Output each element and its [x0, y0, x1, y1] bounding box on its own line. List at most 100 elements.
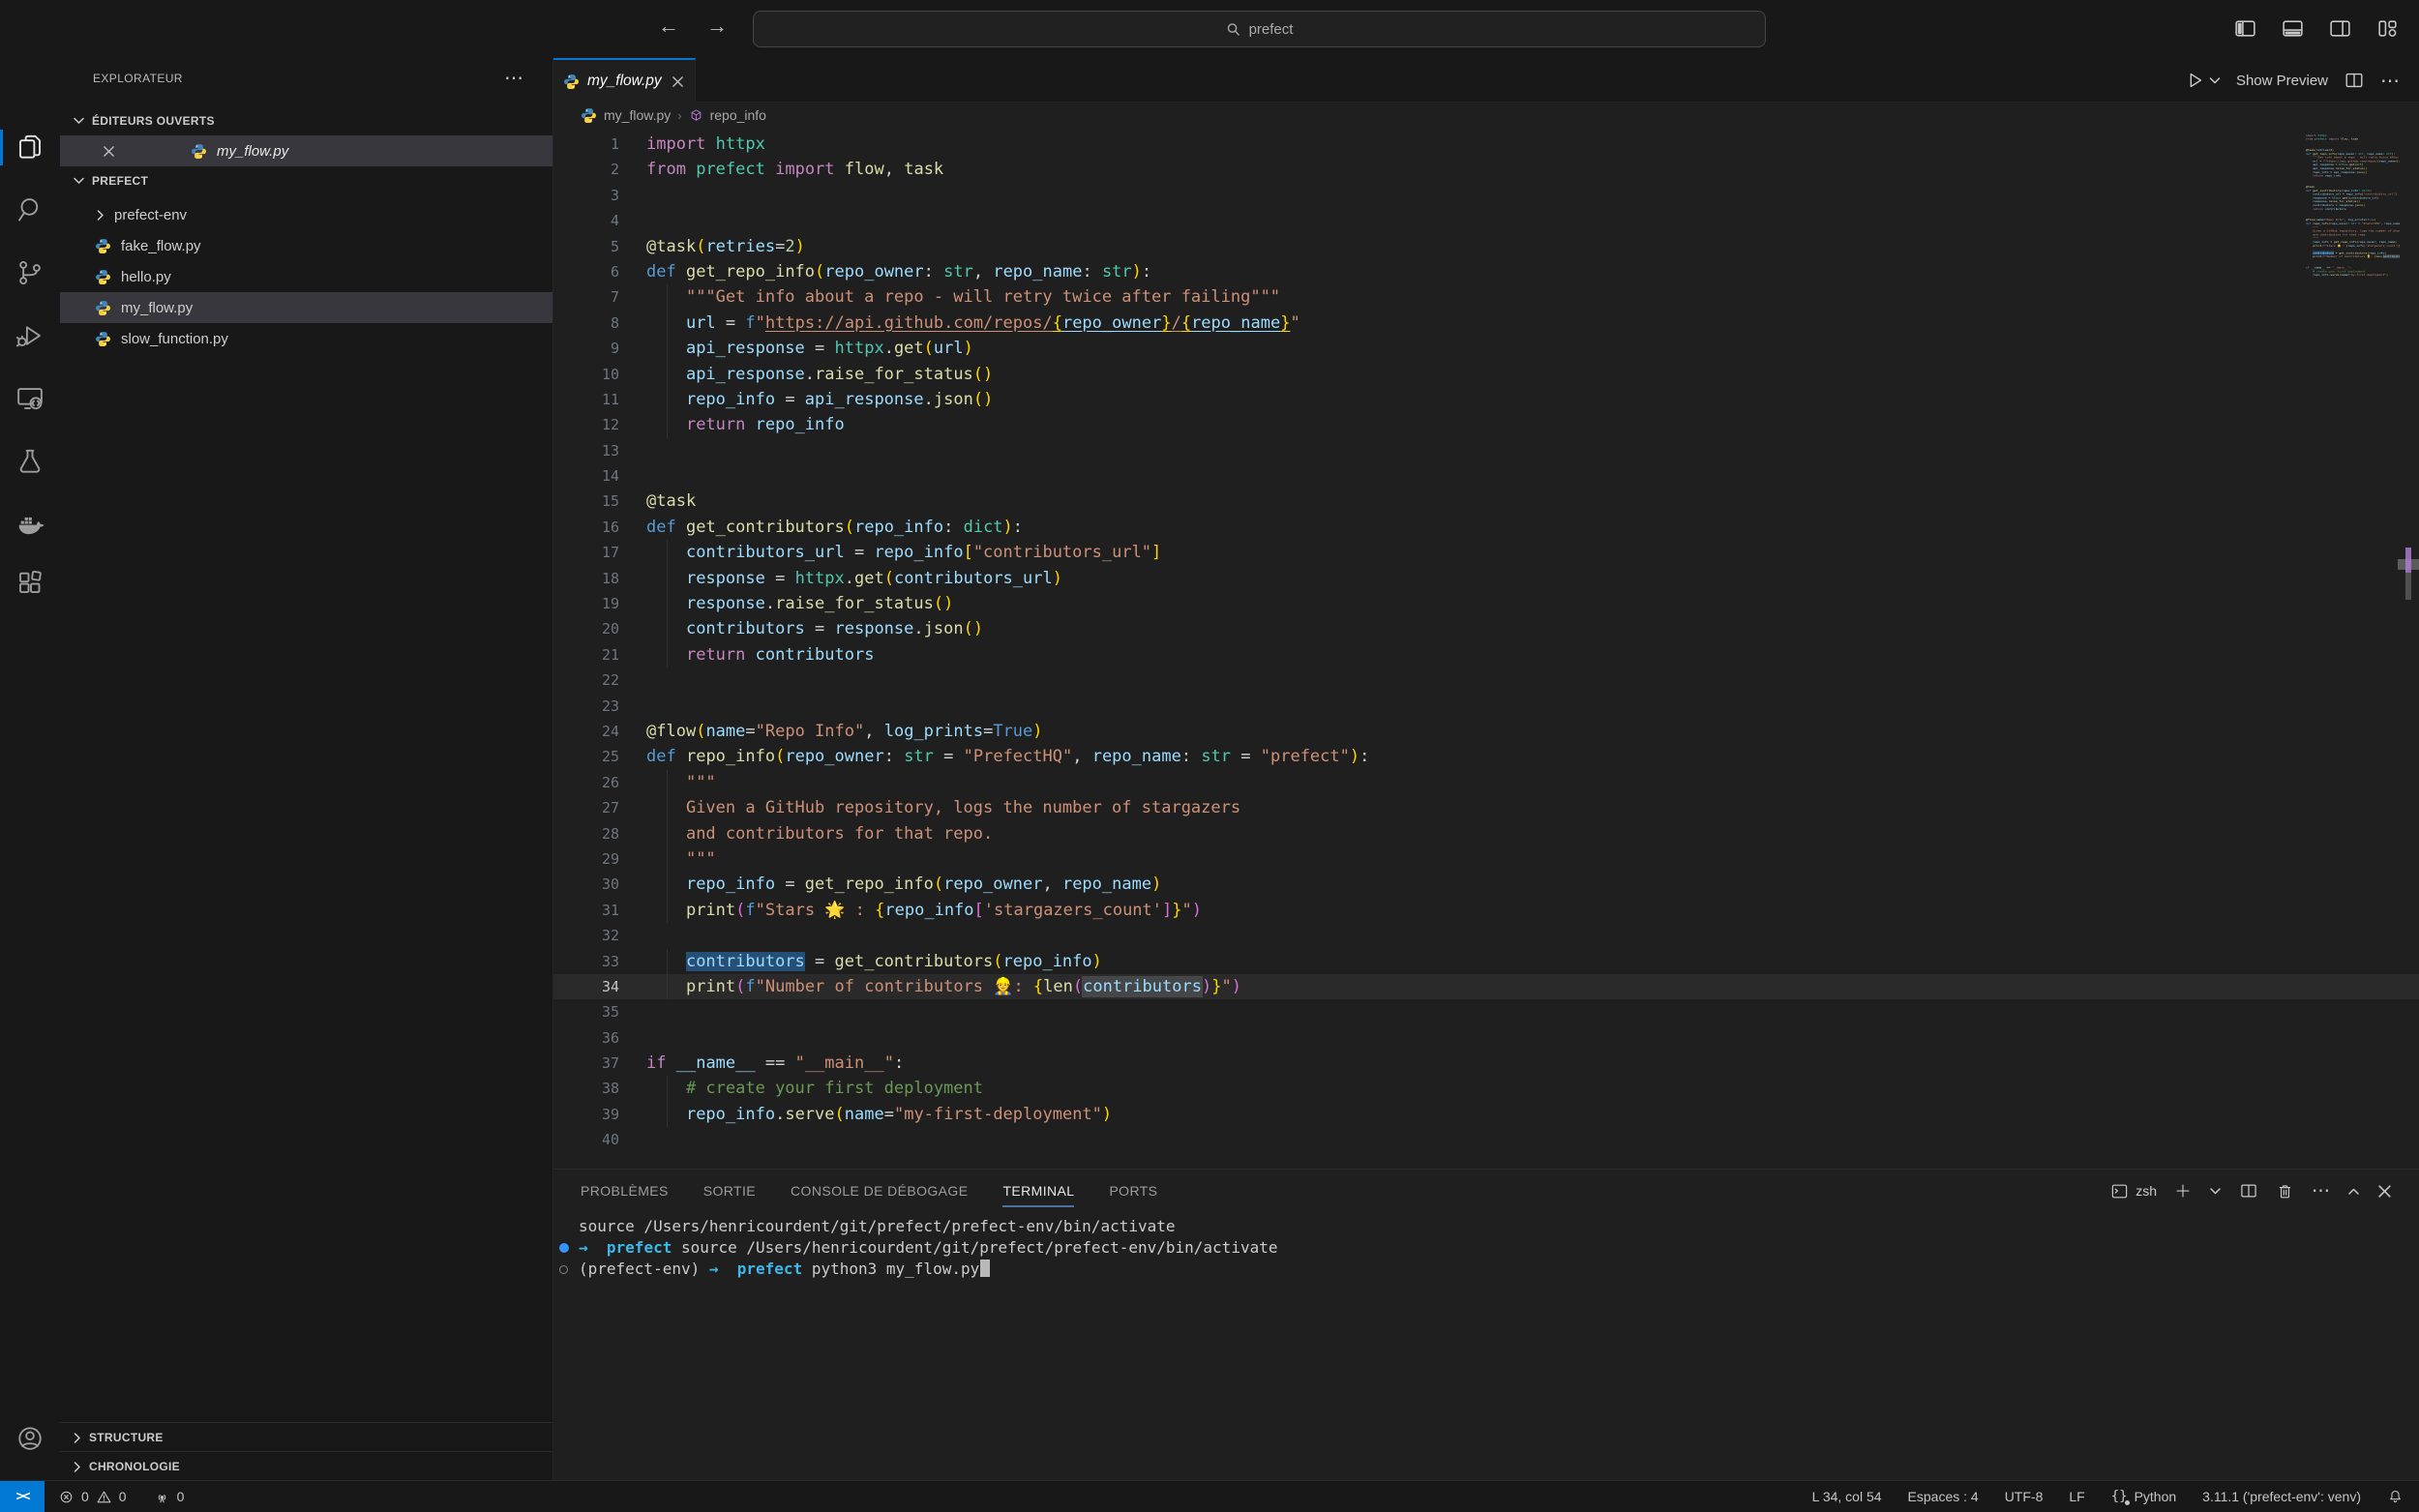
- code-line-14: 14: [553, 463, 2419, 489]
- chevron-right-icon: [97, 210, 105, 221]
- line-number: 16: [553, 515, 619, 540]
- remote-indicator[interactable]: ><: [0, 1481, 45, 1512]
- layout-sidebar-icon[interactable]: [2233, 16, 2257, 41]
- file-item-my_flow.py[interactable]: my_flow.py: [60, 292, 552, 323]
- line-number: 35: [553, 999, 619, 1024]
- line-content: print(f"Number of contributors 👷: {len(c…: [646, 974, 1241, 999]
- line-content: repo_info.serve(name="my-first-deploymen…: [646, 1102, 1112, 1127]
- extensions-icon[interactable]: [0, 559, 60, 606]
- line-content: repo_info = get_repo_info(repo_owner, re…: [646, 872, 1161, 897]
- run-python-file-button[interactable]: [2184, 70, 2221, 91]
- command-decoration-open-icon: [559, 1259, 579, 1280]
- testing-icon[interactable]: [0, 438, 60, 485]
- minimap[interactable]: import httpxfrom prefect import flow, ta…: [2306, 133, 2400, 303]
- forward-arrow-icon[interactable]: →: [706, 14, 728, 39]
- breadcrumb-file[interactable]: my_flow.py: [604, 107, 671, 123]
- notifications-bell-icon[interactable]: [2387, 1489, 2404, 1505]
- file-item-fake_flow.py[interactable]: fake_flow.py: [60, 230, 552, 261]
- tab-terminal[interactable]: TERMINAL: [1002, 1170, 1074, 1212]
- ports-status[interactable]: 0: [154, 1489, 185, 1505]
- structure-section[interactable]: STRUCTURE: [60, 1422, 552, 1452]
- breadcrumbs[interactable]: my_flow.py › repo_info: [553, 103, 2419, 128]
- split-editor-icon[interactable]: [2344, 70, 2365, 91]
- line-number: 37: [553, 1051, 619, 1076]
- explorer-sidebar: EXPLORATEUR ⋯ ÉDITEURS OUVERTS my_flow.p…: [60, 58, 553, 1480]
- search-icon[interactable]: [0, 187, 60, 233]
- code-line-15: 15@task: [553, 489, 2419, 514]
- tab-my-flow[interactable]: my_flow.py: [553, 58, 696, 103]
- customize-layout-icon[interactable]: [2375, 16, 2400, 41]
- panel-more-actions-icon[interactable]: ⋯: [2312, 1180, 2330, 1202]
- folder-name-label: PREFECT: [92, 174, 148, 188]
- folder-section[interactable]: PREFECT: [60, 166, 552, 195]
- explorer-icon[interactable]: [0, 124, 60, 170]
- line-number: 20: [553, 616, 619, 641]
- code-line-18: 18 response = httpx.get(contributors_url…: [553, 566, 2419, 591]
- split-terminal-icon[interactable]: [2239, 1181, 2258, 1201]
- open-editor-item[interactable]: my_flow.py: [60, 135, 552, 166]
- line-content: api_response.raise_for_status(): [646, 362, 993, 387]
- code-line-29: 29 """: [553, 846, 2419, 872]
- show-preview-button[interactable]: Show Preview: [2236, 73, 2328, 89]
- close-panel-icon[interactable]: [2377, 1184, 2392, 1199]
- cursor-position[interactable]: L 34, col 54: [1812, 1489, 1882, 1504]
- tab-problems[interactable]: PROBLÈMES: [581, 1170, 669, 1212]
- python-braces-icon: {}: [2111, 1489, 2128, 1504]
- code-editor[interactable]: 1import httpx2from prefect import flow, …: [553, 128, 2419, 1169]
- command-center-search[interactable]: prefect: [753, 11, 1766, 47]
- back-arrow-icon[interactable]: ←: [658, 14, 679, 39]
- chevron-right-icon: [74, 1433, 81, 1443]
- more-actions-icon[interactable]: ⋯: [2380, 69, 2400, 93]
- source-control-icon[interactable]: [0, 250, 60, 296]
- terminal-dropdown-icon[interactable]: [2209, 1187, 2222, 1196]
- terminal-shell-selector[interactable]: zsh: [2110, 1182, 2157, 1201]
- chevron-down-icon: [74, 177, 84, 185]
- language-mode[interactable]: {} Python: [2111, 1489, 2176, 1504]
- layout-sidebar-right-icon[interactable]: [2328, 16, 2352, 41]
- timeline-section[interactable]: CHRONOLOGIE: [60, 1451, 552, 1481]
- file-item-hello.py[interactable]: hello.py: [60, 261, 552, 292]
- eol-sequence[interactable]: LF: [2069, 1489, 2084, 1504]
- line-number: 25: [553, 744, 619, 769]
- symbol-namespace-icon: [689, 108, 703, 123]
- line-number: 31: [553, 898, 619, 923]
- line-number: 39: [553, 1102, 619, 1127]
- line-number: 8: [553, 311, 619, 336]
- kill-terminal-icon[interactable]: [2276, 1182, 2294, 1201]
- open-editors-section[interactable]: ÉDITEURS OUVERTS: [60, 106, 552, 135]
- new-terminal-icon[interactable]: [2174, 1182, 2192, 1200]
- python-interpreter[interactable]: 3.11.1 ('prefect-env': venv): [2202, 1489, 2361, 1504]
- account-icon[interactable]: [0, 1415, 60, 1462]
- terminal-line: → prefect source /Users/henricourdent/gi…: [559, 1237, 2301, 1259]
- line-number: 7: [553, 284, 619, 310]
- run-debug-icon[interactable]: [0, 312, 60, 359]
- file-name: fake_flow.py: [121, 238, 201, 254]
- file-item-prefect-env[interactable]: prefect-env: [60, 199, 552, 230]
- overview-ruler-selection-marker: [2405, 548, 2411, 573]
- line-number: 30: [553, 872, 619, 897]
- layout-panel-icon[interactable]: [2281, 16, 2305, 41]
- docker-icon[interactable]: [0, 501, 60, 548]
- terminal-output[interactable]: source /Users/henricourdent/git/prefect/…: [559, 1216, 2301, 1280]
- command-decoration-filled-icon: [559, 1237, 579, 1259]
- problems-status[interactable]: 0 0: [58, 1489, 127, 1505]
- code-line-13: 13: [553, 438, 2419, 463]
- code-line-23: 23: [553, 694, 2419, 719]
- close-icon[interactable]: [672, 75, 684, 88]
- breadcrumb-symbol[interactable]: repo_info: [710, 107, 766, 123]
- explorer-more-actions-icon[interactable]: ⋯: [504, 66, 523, 90]
- file-item-slow_function.py[interactable]: slow_function.py: [60, 323, 552, 354]
- line-number: 5: [553, 234, 619, 259]
- code-line-5: 5@task(retries=2): [553, 234, 2419, 259]
- line-content: def get_contributors(repo_info: dict):: [646, 515, 1023, 540]
- tab-ports[interactable]: PORTS: [1109, 1170, 1157, 1212]
- line-content: return contributors: [646, 642, 874, 667]
- tab-debug-console[interactable]: CONSOLE DE DÉBOGAGE: [791, 1170, 968, 1212]
- encoding[interactable]: UTF-8: [2005, 1489, 2044, 1504]
- terminal-line: (prefect-env) → prefect python3 my_flow.…: [559, 1259, 2301, 1280]
- indentation[interactable]: Espaces : 4: [1908, 1489, 1979, 1504]
- close-icon[interactable]: [103, 145, 115, 158]
- remote-explorer-icon[interactable]: [0, 375, 60, 422]
- tab-output[interactable]: SORTIE: [703, 1170, 756, 1212]
- maximize-panel-icon[interactable]: [2347, 1187, 2360, 1196]
